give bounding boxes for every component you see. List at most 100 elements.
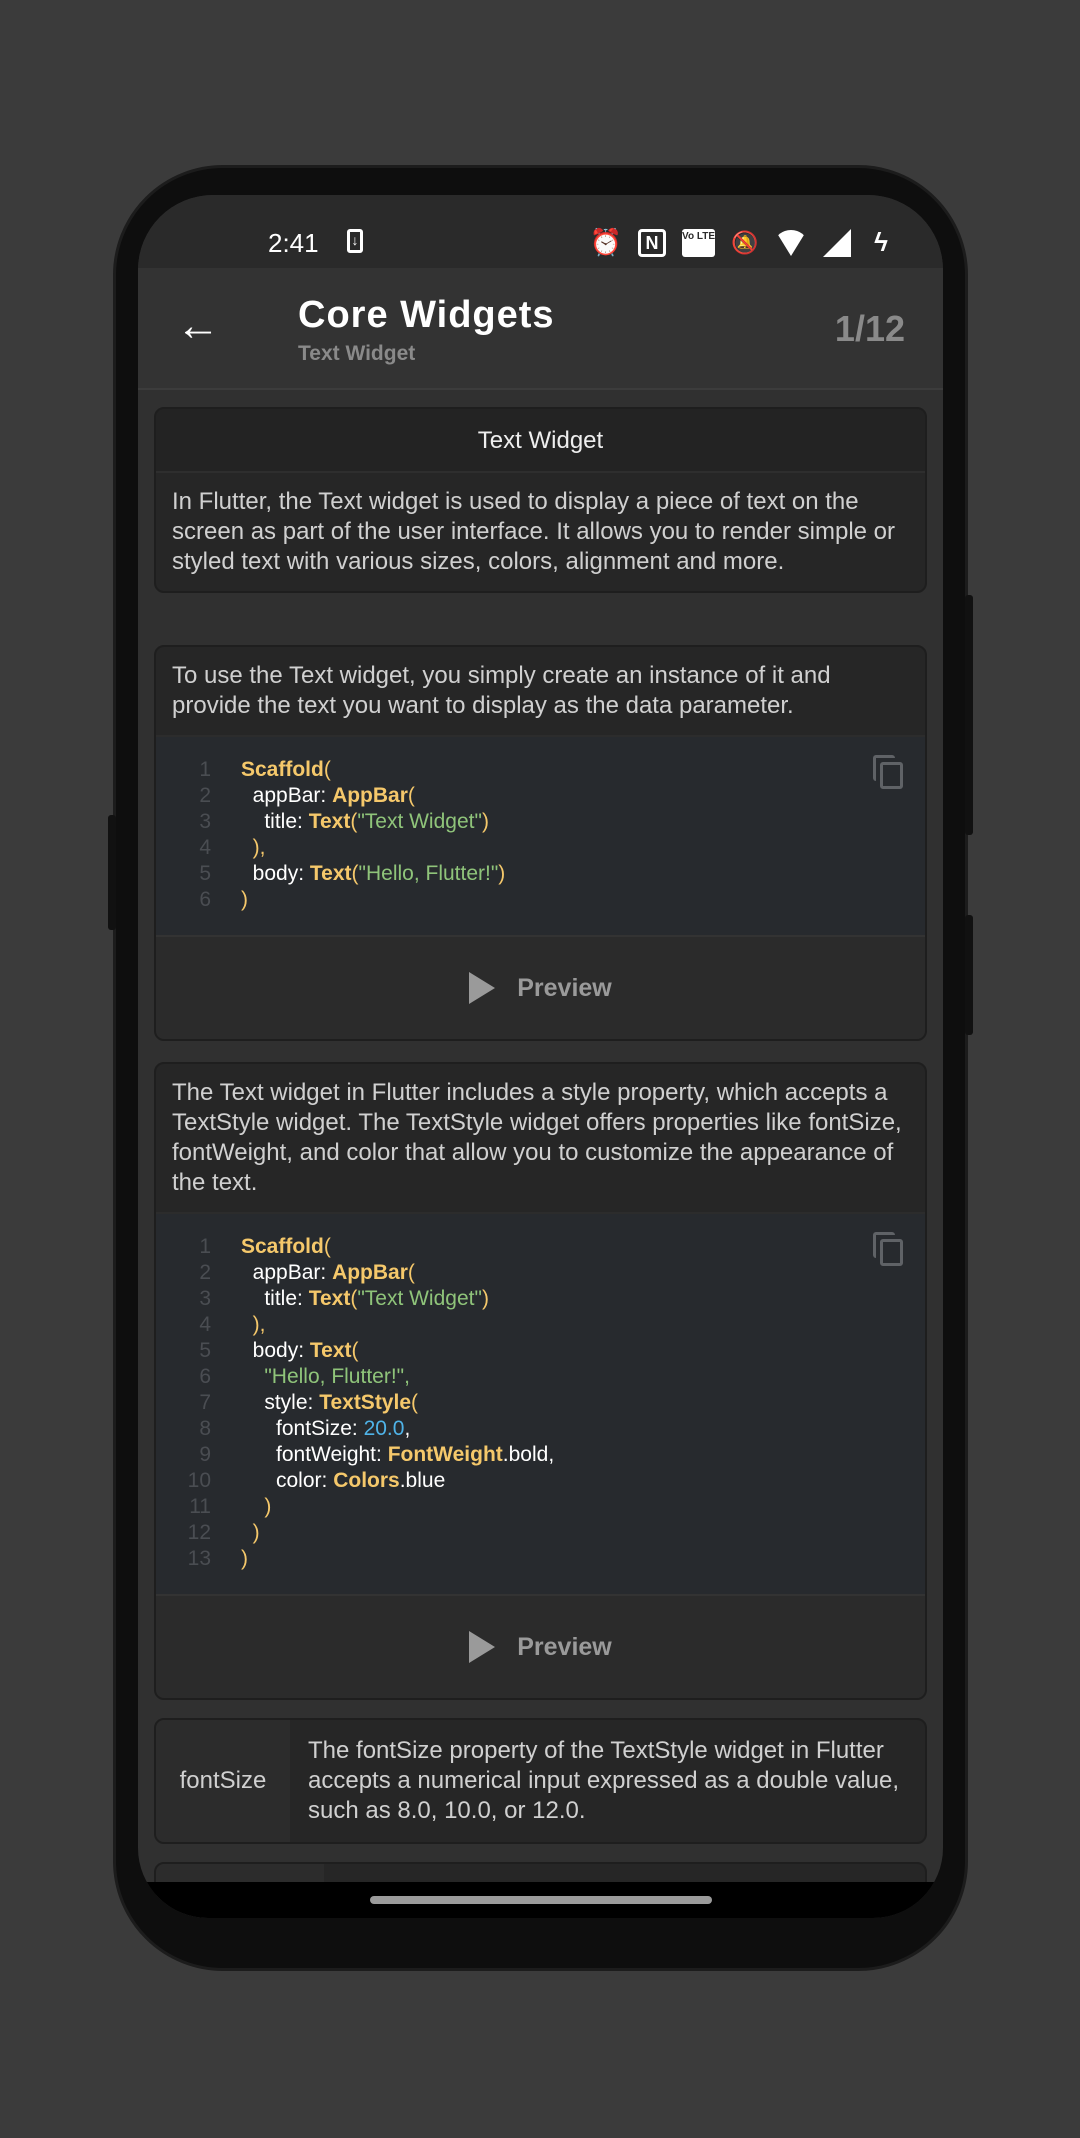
code-token: ( <box>351 862 359 885</box>
code-token: fontSize: <box>241 1417 364 1440</box>
app-bar: ← Core Widgets Text Widget 1/12 <box>138 268 943 390</box>
code-token: AppBar <box>332 1261 408 1284</box>
code-token: ), <box>241 836 266 859</box>
code-text: ) <box>211 1546 248 1572</box>
code-text: style: TextStyle( <box>211 1390 418 1416</box>
page-subtitle: Text Widget <box>298 342 416 365</box>
play-icon <box>469 1631 496 1663</box>
code-text: "Hello, Flutter!", <box>211 1364 410 1390</box>
code-line: 4 ), <box>156 1312 925 1338</box>
code-token: fontWeight: <box>241 1443 388 1466</box>
phone-side-button <box>965 915 973 1035</box>
code-token: Text <box>309 862 352 885</box>
line-number: 4 <box>199 836 211 859</box>
code-token: body: <box>241 862 310 885</box>
signal-icon <box>823 228 851 257</box>
code-line: 1 Scaffold( <box>156 757 925 783</box>
code-token: title: <box>241 810 309 833</box>
preview-label: Preview <box>517 973 612 1002</box>
phone-power-button <box>965 595 973 835</box>
code-token: Colors <box>333 1469 400 1492</box>
code-text: body: Text("Hello, Flutter!") <box>211 861 506 887</box>
code-token: Text <box>308 810 351 833</box>
code-token: ( <box>323 758 331 781</box>
code-token: .bold, <box>502 1443 555 1466</box>
line-number: 2 <box>199 784 211 807</box>
code-text: Scaffold( <box>211 757 331 783</box>
code-token: Scaffold <box>241 758 324 781</box>
card-text: The Text widget in Flutter includes a st… <box>172 1079 902 1196</box>
code-line: 7 style: TextStyle( <box>156 1390 925 1416</box>
nfc-icon: N <box>638 228 667 257</box>
code-line: 3 title: Text("Text Widget") <box>156 1286 925 1312</box>
code-token: "Hello, Flutter!" <box>358 862 499 885</box>
code-token: FontWeight <box>387 1443 503 1466</box>
code-token: ) <box>241 888 248 911</box>
property-name: fontSize <box>156 1720 290 1842</box>
code-line: 12 ) <box>156 1520 925 1546</box>
code-token: Scaffold <box>241 1235 324 1258</box>
code-line: 10 color: Colors.blue <box>156 1468 925 1494</box>
preview-button[interactable]: Preview <box>156 1594 925 1698</box>
code-token: Text <box>308 1287 351 1310</box>
code-token: , <box>404 1417 411 1440</box>
code-token: "Hello, Flutter!", <box>241 1365 410 1388</box>
copy-icon[interactable] <box>873 755 903 789</box>
code-token: ) <box>481 1287 489 1310</box>
line-number: 5 <box>199 862 211 885</box>
code-line: 5 body: Text( <box>156 1338 925 1364</box>
wifi-icon <box>775 229 807 256</box>
code-text: fontSize: 20.0, <box>211 1416 410 1442</box>
status-time: 2:41 <box>268 228 319 258</box>
line-number: 13 <box>187 1547 211 1570</box>
play-icon <box>469 972 496 1004</box>
code-example-card: The Text widget in Flutter includes a st… <box>154 1062 927 1700</box>
code-line: 2 appBar: AppBar( <box>156 1260 925 1286</box>
code-example-card: To use the Text widget, you simply creat… <box>154 645 927 1041</box>
card-text: In Flutter, the Text widget is used to d… <box>172 488 896 575</box>
code-block: 1 Scaffold(2 appBar: AppBar(3 title: Text… <box>156 1212 925 1594</box>
code-text: ) <box>211 1520 260 1546</box>
line-number: 3 <box>199 1287 211 1310</box>
intro-card: Text Widget In Flutter, the Text widget … <box>154 407 927 593</box>
charging-icon: ϟ <box>874 227 888 257</box>
code-token: Text <box>309 1339 352 1362</box>
code-line: 13) <box>156 1546 925 1572</box>
code-text: ) <box>211 887 248 913</box>
line-number: 3 <box>199 810 211 833</box>
preview-button[interactable]: Preview <box>156 935 925 1039</box>
page-title: Core Widgets <box>298 294 555 336</box>
code-text: ), <box>211 835 266 861</box>
page-counter: 1/12 <box>834 308 905 349</box>
code-token: ) <box>241 1495 272 1518</box>
copy-icon[interactable] <box>873 1232 903 1266</box>
code-token: ( <box>323 1235 331 1258</box>
code-token: style: <box>241 1391 320 1414</box>
code-text: appBar: AppBar( <box>211 1260 415 1286</box>
line-number: 6 <box>199 888 211 911</box>
home-gesture-handle[interactable] <box>370 1896 712 1904</box>
code-token: 20.0 <box>363 1417 405 1440</box>
back-arrow-icon[interactable]: ← <box>176 304 220 348</box>
code-token: ( <box>407 784 415 807</box>
property-row-fontsize: fontSize The fontSize property of the Te… <box>154 1718 927 1844</box>
code-token: ) <box>481 810 489 833</box>
line-number: 7 <box>199 1391 211 1414</box>
card-text: To use the Text widget, you simply creat… <box>172 662 831 719</box>
code-line: 11 ) <box>156 1494 925 1520</box>
alarm-icon: ⏰ <box>589 227 623 257</box>
line-number: 4 <box>199 1313 211 1336</box>
code-line: 8 fontSize: 20.0, <box>156 1416 925 1442</box>
property-description: The fontSize property of the TextStyle w… <box>308 1737 900 1824</box>
code-token: ) <box>241 1521 260 1544</box>
code-text: title: Text("Text Widget") <box>211 1286 489 1312</box>
navigation-bar <box>138 1882 943 1918</box>
line-number: 10 <box>187 1469 211 1492</box>
code-token: title: <box>241 1287 309 1310</box>
code-token: ( <box>407 1261 415 1284</box>
code-line: 2 appBar: AppBar( <box>156 783 925 809</box>
volte-icon: Vo LTE <box>682 228 715 257</box>
code-token: "Text Widget" <box>357 1287 482 1310</box>
code-block: 1 Scaffold(2 appBar: AppBar(3 title: Text… <box>156 735 925 935</box>
code-text: ), <box>211 1312 266 1338</box>
